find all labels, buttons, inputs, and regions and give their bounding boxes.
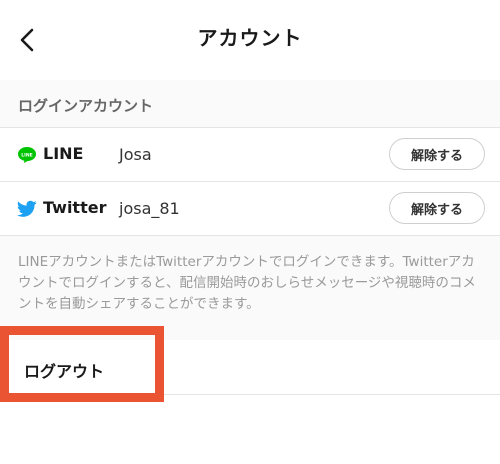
service-name: Twitter [43,198,107,217]
line-logo-icon: LINE [17,146,37,164]
service-name: LINE [43,144,84,163]
username: josa_81 [119,199,180,218]
twitter-bird-icon [16,200,37,218]
divider [0,394,500,395]
account-row-twitter: Twitter josa_81 解除する [0,182,500,236]
line-logo-text: LINE [21,153,33,159]
logout-button[interactable]: ログアウト [24,358,104,382]
unlink-twitter-button[interactable]: 解除する [389,192,485,224]
section-title: ログインアカウント [18,97,154,115]
login-info-text: LINEアカウントまたはTwitterアカウントでログインできます。Twitte… [18,254,476,312]
account-row-line: LINE LINE Josa 解除する [0,128,500,182]
login-accounts-section-header: ログインアカウント [0,80,500,128]
logout-row[interactable]: ログアウト [0,340,500,394]
unlink-line-button[interactable]: 解除する [389,138,485,170]
page-title: アカウント [197,26,303,50]
login-info-block: LINEアカウントまたはTwitterアカウントでログインできます。Twitte… [0,236,500,340]
username: Josa [119,145,152,164]
header-bar: アカウント [0,0,500,80]
